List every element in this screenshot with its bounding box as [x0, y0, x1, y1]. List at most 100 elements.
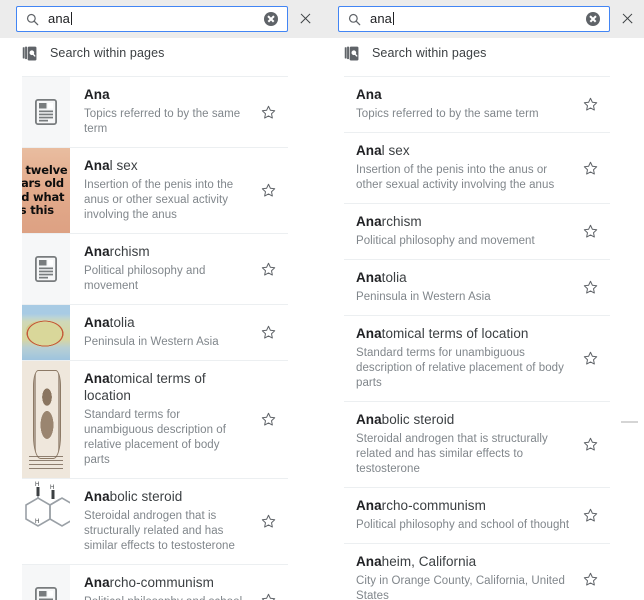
result-title: Anatomical terms of location — [84, 370, 248, 404]
save-to-list-button[interactable] — [570, 77, 610, 132]
result-description: City in Orange County, California, Unite… — [356, 575, 565, 600]
result-body: Anatolia Peninsula in Western Asia — [70, 305, 248, 360]
result-title-match: Ana — [84, 244, 110, 259]
result-thumbnail — [22, 305, 70, 360]
search-result-row[interactable]: Anatolia Peninsula in Western Asia — [22, 305, 288, 361]
star-outline-icon — [583, 351, 597, 365]
result-description: Standard terms for unambiguous descripti… — [356, 347, 564, 389]
clear-search-button-left[interactable] — [264, 12, 278, 26]
result-title-match: Ana — [356, 214, 382, 229]
scrollbar-indicator[interactable] — [621, 421, 638, 423]
result-title-rest: rcho-communism — [109, 575, 214, 590]
result-body: Ana Topics referred to by the same term — [70, 77, 248, 147]
save-to-list-button[interactable] — [248, 565, 288, 600]
close-search-button-left[interactable] — [288, 0, 322, 38]
result-thumbnail: H H H — [22, 479, 70, 564]
save-to-list-button[interactable] — [570, 260, 610, 315]
result-description: Political philosophy and movement — [84, 265, 206, 292]
result-description: Steroidal androgen that is structurally … — [84, 510, 235, 552]
save-to-list-button[interactable] — [570, 544, 610, 600]
search-result-row[interactable]: Anarcho-communism Political philosophy an… — [344, 488, 610, 544]
search-input-left[interactable]: ana — [48, 6, 264, 32]
search-icon — [26, 13, 39, 25]
result-body: Anaheim, California City in Orange County… — [344, 544, 570, 600]
result-title-rest: rchism — [381, 214, 422, 229]
save-to-list-button[interactable] — [248, 148, 288, 233]
result-description: Political philosophy and school of thoug… — [356, 519, 570, 531]
search-input-container-right[interactable]: ana — [338, 6, 610, 32]
results-list-right: Ana Topics referred to by the same term An… — [344, 76, 610, 600]
save-to-list-button[interactable] — [570, 488, 610, 543]
result-title-match: Ana — [356, 270, 382, 285]
search-result-row[interactable]: Anarchism Political philosophy and moveme… — [22, 234, 288, 305]
results-list-left: Ana Topics referred to by the same term I'… — [22, 76, 288, 600]
save-to-list-button[interactable] — [570, 316, 610, 401]
anatolia-map-image — [22, 305, 70, 360]
search-result-row[interactable]: Anarchism Political philosophy and moveme… — [344, 204, 610, 260]
result-title-match: Ana — [356, 87, 382, 102]
result-title-match: Ana — [84, 315, 110, 330]
search-result-row[interactable]: Anatomical terms of location Standard ter… — [22, 361, 288, 479]
result-body: Anatomical terms of location Standard ter… — [70, 361, 248, 478]
search-within-pages-right[interactable]: Search within pages — [322, 38, 644, 68]
search-input-container-left[interactable]: ana — [16, 6, 288, 32]
clear-search-button-right[interactable] — [586, 12, 600, 26]
result-title-match: Ana — [356, 143, 382, 158]
result-title: Anatolia — [84, 314, 248, 331]
result-title: Anaheim, California — [356, 553, 570, 570]
search-result-row[interactable]: H H H Anabolic steroid Steroidal androgen th… — [22, 479, 288, 565]
star-outline-icon — [261, 412, 275, 426]
result-title-rest: rcho-communism — [381, 498, 486, 513]
result-title-rest: l sex — [109, 158, 138, 173]
result-thumbnail: I'm twelveyears oldand whatis this — [22, 148, 70, 233]
anatomical-drawing-image — [22, 361, 70, 478]
star-outline-icon — [583, 508, 597, 522]
result-title: Anatomical terms of location — [356, 325, 570, 342]
search-input-right[interactable]: ana — [370, 6, 586, 32]
search-result-row[interactable]: Ana Topics referred to by the same term — [22, 77, 288, 148]
result-title-match: Ana — [84, 158, 110, 173]
result-thumbnail — [22, 77, 70, 147]
star-outline-icon — [583, 224, 597, 238]
star-outline-icon — [261, 183, 275, 197]
search-text-right: ana — [370, 11, 392, 26]
save-to-list-button[interactable] — [248, 305, 288, 360]
save-to-list-button[interactable] — [248, 234, 288, 304]
result-description: Peninsula in Western Asia — [84, 336, 219, 348]
result-thumbnail — [22, 565, 70, 600]
search-result-row[interactable]: Anal sex Insertion of the penis into the … — [344, 133, 610, 204]
result-description: Steroidal androgen that is structurally … — [356, 433, 548, 475]
result-title: Anatolia — [356, 269, 570, 286]
close-search-button-right[interactable] — [610, 0, 644, 38]
search-result-row[interactable]: Anarcho-communism Political philosophy an… — [22, 565, 288, 600]
save-to-list-button[interactable] — [570, 204, 610, 259]
search-result-row[interactable]: Anaheim, California City in Orange County… — [344, 544, 610, 600]
search-header-right: ana — [322, 0, 644, 38]
chemical-structure-image: H H H — [22, 479, 70, 564]
search-result-row[interactable]: Ana Topics referred to by the same term — [344, 77, 610, 133]
result-description: Insertion of the penis into the anus or … — [356, 164, 555, 191]
result-thumbnail — [22, 361, 70, 478]
search-within-pages-left[interactable]: Search within pages — [0, 38, 322, 68]
save-to-list-button[interactable] — [570, 133, 610, 203]
search-result-row[interactable]: Anatomical terms of location Standard ter… — [344, 316, 610, 402]
result-description: Topics referred to by the same term — [356, 108, 539, 120]
save-to-list-button[interactable] — [248, 479, 288, 564]
save-to-list-button[interactable] — [570, 402, 610, 487]
save-to-list-button[interactable] — [248, 77, 288, 147]
search-within-pages-label: Search within pages — [372, 46, 487, 60]
star-outline-icon — [261, 262, 275, 276]
star-outline-icon — [261, 325, 275, 339]
text-caret — [393, 12, 394, 25]
search-result-row[interactable]: I'm twelveyears oldand whatis this Anal s… — [22, 148, 288, 234]
result-title-rest: tomical terms of location — [381, 326, 529, 341]
result-description: Insertion of the penis into the anus or … — [84, 179, 234, 221]
search-result-row[interactable]: Anatolia Peninsula in Western Asia — [344, 260, 610, 316]
result-body: Anatolia Peninsula in Western Asia — [344, 260, 570, 315]
result-body: Anabolic steroid Steroidal androgen that … — [344, 402, 570, 487]
save-to-list-button[interactable] — [248, 361, 288, 478]
result-title: Ana — [84, 86, 248, 103]
result-body: Anatomical terms of location Standard ter… — [344, 316, 570, 401]
search-text-left: ana — [48, 11, 70, 26]
search-result-row[interactable]: Anabolic steroid Steroidal androgen that … — [344, 402, 610, 488]
